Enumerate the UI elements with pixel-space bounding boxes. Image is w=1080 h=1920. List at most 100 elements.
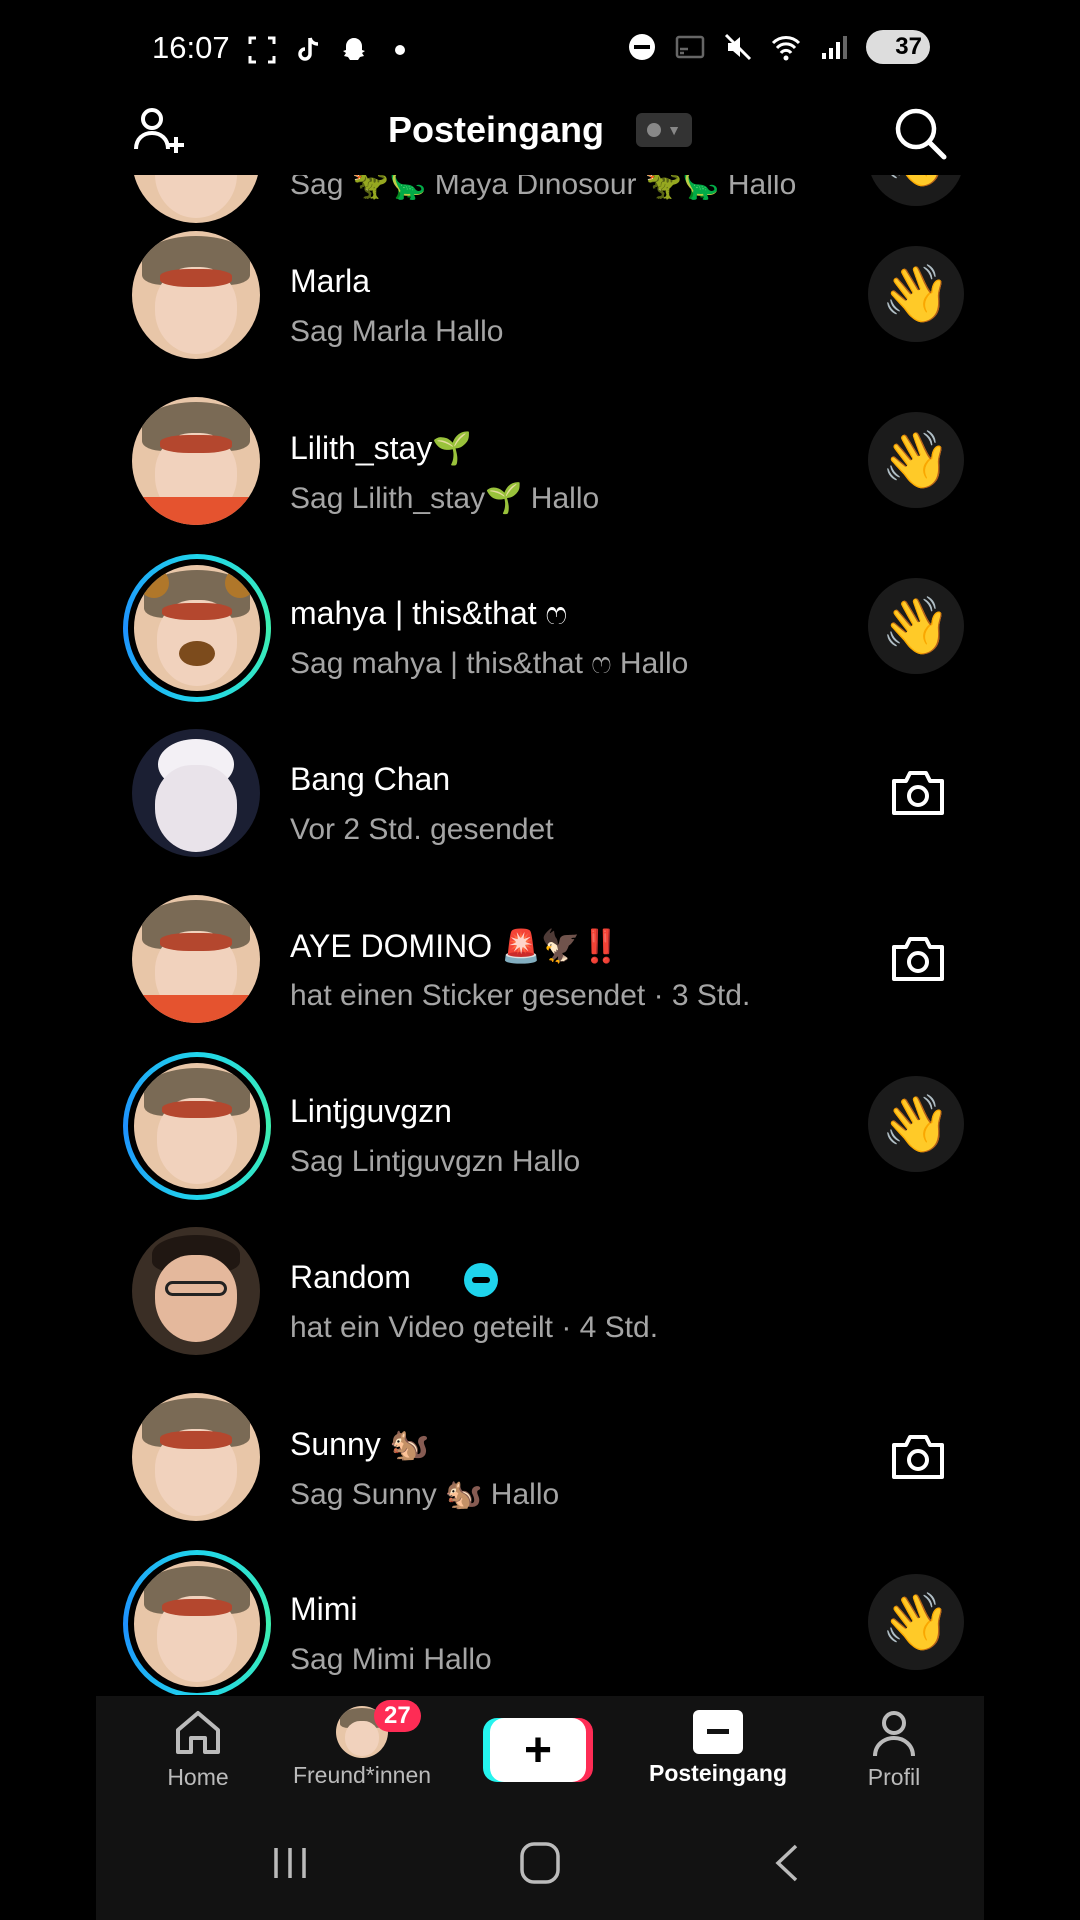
- conversation-subtitle: Sag mahya | this&that ෆ Hallo: [290, 647, 689, 680]
- avatar[interactable]: [132, 729, 260, 857]
- wave-hello-button[interactable]: 👋: [868, 412, 964, 508]
- create-button[interactable]: +: [490, 1718, 586, 1782]
- waving-hand-icon: 👋: [881, 1590, 951, 1653]
- nav-inbox-label: Posteingang: [648, 1760, 787, 1786]
- avatar-image: [128, 1555, 266, 1693]
- status-dropdown[interactable]: ▼: [636, 113, 692, 147]
- chevron-down-icon: ▼: [667, 122, 681, 138]
- avatar-story-ring[interactable]: [123, 1550, 271, 1695]
- status-time: 16:07: [152, 30, 230, 65]
- nav-home[interactable]: Home: [118, 1706, 278, 1791]
- chat-badge-icon: [464, 1263, 498, 1297]
- avatar-story-ring[interactable]: [123, 1052, 271, 1200]
- avatar-image: [132, 231, 260, 359]
- waving-hand-icon: 👋: [881, 262, 951, 325]
- wave-hello-button[interactable]: 👋: [868, 246, 964, 342]
- conversation-name: AYE DOMINO 🚨🦅‼️: [290, 928, 621, 964]
- battery-level: 37: [895, 33, 922, 60]
- avatar[interactable]: [132, 895, 260, 1023]
- nav-profile-label: Profil: [867, 1764, 921, 1790]
- nav-home-label: Home: [167, 1764, 229, 1790]
- status-bar: 16:07 37: [0, 0, 1080, 100]
- page-title: Posteingang: [388, 109, 605, 150]
- waving-hand-icon: 👋: [881, 594, 951, 657]
- waving-hand-icon: 👋: [881, 175, 951, 191]
- conversation-subtitle: Sag Mimi Hallo: [290, 1643, 492, 1676]
- screenshot-frame-icon: [248, 36, 276, 64]
- status-right-icons: 37: [626, 30, 930, 64]
- conversation-subtitle: Sag 🦖🦕 Maya Dinosour 🦖🦕 Hallo: [290, 175, 797, 201]
- status-left-icons: [246, 34, 416, 66]
- conversation-name: Bang Chan: [290, 761, 451, 797]
- camera-icon[interactable]: [890, 933, 946, 983]
- recent-apps-icon[interactable]: [260, 1838, 320, 1888]
- conversation-row[interactable]: Bang Chan Vor 2 Std. gesendet: [0, 709, 1080, 875]
- wave-hello-button[interactable]: 👋: [868, 1574, 964, 1670]
- avatar[interactable]: [132, 1393, 260, 1521]
- conversation-row[interactable]: Lilith_stay🌱 Sag Lilith_stay🌱 Hallo 👋: [0, 377, 1080, 543]
- conversation-row[interactable]: mahya | this&that ෆ Sag mahya | this&that…: [0, 543, 1080, 709]
- avatar-image: [132, 1393, 260, 1521]
- friends-count-badge: 27: [374, 1700, 421, 1732]
- avatar-image: [132, 729, 260, 857]
- conversation-subtitle: Sag Lilith_stay🌱 Hallo: [290, 482, 600, 515]
- avatar-image: [132, 895, 260, 1023]
- conversation-subtitle: Sag Lintjguvgzn Hallo: [290, 1145, 581, 1178]
- inbox-icon: [693, 1710, 743, 1754]
- system-nav-bar: [96, 1810, 984, 1920]
- conversation-row[interactable]: Lintjguvgzn Sag Lintjguvgzn Hallo 👋: [0, 1041, 1080, 1207]
- home-button-icon[interactable]: [510, 1838, 570, 1888]
- conversation-subtitle: Vor 2 Std. gesendet: [290, 813, 554, 846]
- avatar-image: [132, 397, 260, 525]
- conversation-list: Sag 🦖🦕 Maya Dinosour 🦖🦕 Hallo 👋 Marla Sag M…: [0, 175, 1080, 1695]
- notification-dot-icon: [395, 45, 405, 55]
- conversation-name: mahya | this&that ෆ: [290, 595, 568, 631]
- conversation-row[interactable]: AYE DOMINO 🚨🦅‼️ hat einen Sticker gesende…: [0, 875, 1080, 1041]
- avatar[interactable]: [132, 231, 260, 359]
- conversation-subtitle: Sag Marla Hallo: [290, 315, 504, 348]
- signal-icon: [822, 36, 847, 59]
- snapchat-icon: [343, 38, 365, 60]
- conversation-name: Lintjguvgzn: [290, 1093, 452, 1129]
- person-plus-icon[interactable]: [130, 103, 190, 159]
- wave-hello-button[interactable]: 👋: [868, 175, 964, 206]
- conversation-row[interactable]: Marla Sag Marla Hallo 👋: [0, 211, 1080, 377]
- avatar-image: [128, 1057, 266, 1195]
- conversation-row[interactable]: Random hat ein Video geteilt · 4 Std.: [0, 1207, 1080, 1373]
- waving-hand-icon: 👋: [881, 1092, 951, 1155]
- profile-icon: [873, 1711, 915, 1757]
- conversation-row[interactable]: Sunny 🐿️ Sag Sunny 🐿️ Hallo: [0, 1373, 1080, 1539]
- do-not-disturb-icon: [629, 34, 655, 60]
- avatar[interactable]: [132, 397, 260, 525]
- conversation-subtitle: hat einen Sticker gesendet · 3 Std.: [290, 979, 751, 1012]
- nav-inbox[interactable]: Posteingang: [638, 1706, 798, 1787]
- camera-icon[interactable]: [890, 1431, 946, 1481]
- conversation-name: Random: [290, 1259, 411, 1295]
- back-icon[interactable]: [758, 1838, 818, 1888]
- conversation-row[interactable]: Mimi Sag Mimi Hallo 👋: [0, 1539, 1080, 1695]
- avatar[interactable]: [132, 1227, 260, 1355]
- waving-hand-icon: 👋: [881, 428, 951, 491]
- conversation-name: Marla: [290, 263, 371, 299]
- conversation-subtitle: hat ein Video geteilt · 4 Std.: [290, 1311, 659, 1344]
- conversation-name: Mimi: [290, 1591, 358, 1627]
- nav-profile[interactable]: Profil: [814, 1706, 974, 1791]
- battery-indicator: 37: [866, 30, 930, 64]
- avatar-story-ring[interactable]: [123, 554, 271, 702]
- wave-hello-button[interactable]: 👋: [868, 1076, 964, 1172]
- camera-icon[interactable]: [890, 767, 946, 817]
- cast-icon: [675, 35, 705, 59]
- wifi-icon: [771, 36, 801, 61]
- mute-icon: [724, 33, 752, 61]
- bottom-nav: Home 27 Freund*innen + Posteingang Profi…: [96, 1696, 984, 1810]
- search-icon[interactable]: [890, 103, 950, 163]
- avatar-image: [128, 559, 266, 697]
- tiktok-icon: [298, 37, 319, 61]
- conversation-name: Sunny 🐿️: [290, 1426, 430, 1462]
- status-dot-icon: [647, 123, 662, 137]
- nav-friends-label: Freund*innen: [292, 1762, 432, 1788]
- nav-friends[interactable]: 27 Freund*innen: [282, 1700, 442, 1789]
- inbox-header: Posteingang ▼: [0, 95, 1080, 175]
- conversation-subtitle: Sag Sunny 🐿️ Hallo: [290, 1478, 560, 1511]
- wave-hello-button[interactable]: 👋: [868, 578, 964, 674]
